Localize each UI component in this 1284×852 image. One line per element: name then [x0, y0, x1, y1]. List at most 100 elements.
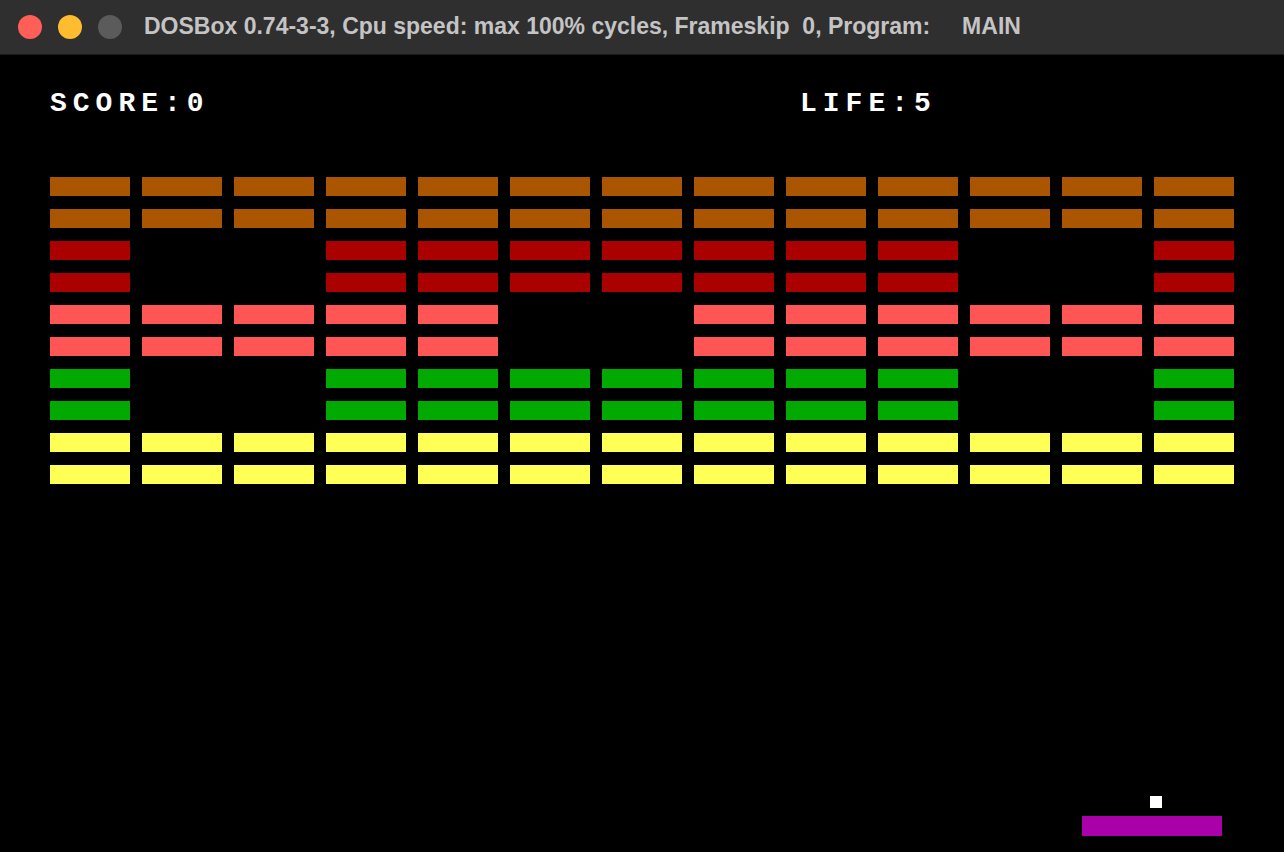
zoom-button-icon[interactable]	[98, 15, 122, 39]
brick	[142, 401, 222, 420]
brick	[50, 209, 130, 228]
brick	[234, 369, 314, 388]
brick	[602, 337, 682, 356]
hud: SCORE:0LIFE:5	[0, 55, 1284, 139]
brick-row	[50, 241, 1284, 260]
brick	[234, 337, 314, 356]
brick	[970, 369, 1050, 388]
brick	[694, 241, 774, 260]
brick	[418, 305, 498, 324]
brick	[878, 305, 958, 324]
brick	[234, 273, 314, 292]
paddle[interactable]	[1082, 816, 1222, 836]
window-title: DOSBox 0.74-3-3, Cpu speed: max 100% cyc…	[144, 13, 1021, 41]
brick	[694, 465, 774, 484]
brick	[694, 177, 774, 196]
brick	[418, 401, 498, 420]
brick	[418, 177, 498, 196]
brick	[694, 337, 774, 356]
brick	[50, 369, 130, 388]
brick	[50, 433, 130, 452]
brick	[326, 433, 406, 452]
brick	[1154, 465, 1234, 484]
brick	[786, 433, 866, 452]
brick	[142, 241, 222, 260]
brick	[326, 305, 406, 324]
dosbox-window: DOSBox 0.74-3-3, Cpu speed: max 100% cyc…	[0, 0, 1284, 852]
brick	[1154, 241, 1234, 260]
brick	[418, 273, 498, 292]
brick	[694, 209, 774, 228]
brick	[602, 369, 682, 388]
brick	[50, 273, 130, 292]
brick	[1062, 401, 1142, 420]
brick	[234, 305, 314, 324]
brick	[142, 369, 222, 388]
brick	[694, 433, 774, 452]
brick	[1062, 465, 1142, 484]
brick	[970, 337, 1050, 356]
brick	[510, 177, 590, 196]
brick-row	[50, 273, 1284, 292]
brick-row	[50, 177, 1284, 196]
close-button-icon[interactable]	[18, 15, 42, 39]
life: LIFE:5	[800, 89, 937, 139]
brick	[1154, 273, 1234, 292]
game-screen[interactable]: SCORE:0LIFE:5	[0, 55, 1284, 852]
brick	[510, 337, 590, 356]
brick	[1154, 177, 1234, 196]
life-value: 5	[914, 88, 937, 119]
brick	[970, 305, 1050, 324]
brick	[50, 241, 130, 260]
brick	[970, 209, 1050, 228]
brick-wall	[0, 177, 1284, 484]
brick	[602, 273, 682, 292]
brick	[694, 369, 774, 388]
brick-row	[50, 337, 1284, 356]
brick	[786, 337, 866, 356]
brick	[970, 241, 1050, 260]
brick	[786, 465, 866, 484]
brick	[878, 177, 958, 196]
brick	[326, 401, 406, 420]
ball	[1150, 796, 1162, 808]
brick	[1154, 209, 1234, 228]
brick	[694, 401, 774, 420]
brick	[1154, 337, 1234, 356]
brick	[142, 305, 222, 324]
brick	[418, 465, 498, 484]
brick	[326, 209, 406, 228]
brick	[326, 273, 406, 292]
brick	[142, 177, 222, 196]
brick	[510, 369, 590, 388]
brick	[142, 465, 222, 484]
brick	[234, 241, 314, 260]
brick-row	[50, 209, 1284, 228]
minimize-button-icon[interactable]	[58, 15, 82, 39]
brick	[878, 433, 958, 452]
brick	[1062, 369, 1142, 388]
title-bar: DOSBox 0.74-3-3, Cpu speed: max 100% cyc…	[0, 0, 1284, 55]
brick	[602, 241, 682, 260]
score: SCORE:0	[50, 89, 800, 139]
brick	[418, 433, 498, 452]
brick	[418, 369, 498, 388]
brick	[142, 273, 222, 292]
score-label: SCORE:	[50, 88, 187, 119]
brick	[510, 465, 590, 484]
brick	[970, 177, 1050, 196]
brick	[878, 369, 958, 388]
brick	[970, 273, 1050, 292]
brick	[1062, 241, 1142, 260]
brick	[1154, 305, 1234, 324]
brick	[1154, 401, 1234, 420]
brick	[878, 273, 958, 292]
brick	[418, 241, 498, 260]
brick	[142, 433, 222, 452]
brick	[602, 305, 682, 324]
window-controls	[18, 15, 122, 39]
brick	[1062, 433, 1142, 452]
brick	[418, 337, 498, 356]
brick	[694, 273, 774, 292]
brick-row	[50, 305, 1284, 324]
